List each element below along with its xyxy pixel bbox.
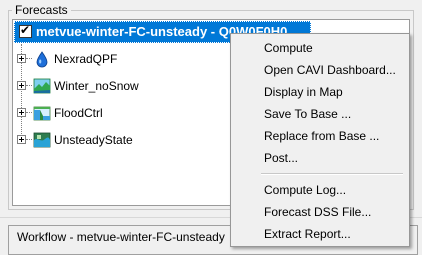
menu-item-display-in-map[interactable]: Display in Map xyxy=(233,81,407,103)
menu-item-replace-from-base[interactable]: Replace from Base ... xyxy=(233,125,407,147)
tree-node-label: FloodCtrl xyxy=(54,106,103,120)
reservoir-icon xyxy=(33,106,51,121)
expand-icon[interactable] xyxy=(17,54,26,63)
tree-connector xyxy=(26,85,32,86)
tree-connector xyxy=(26,58,32,59)
expand-icon[interactable] xyxy=(17,81,26,90)
hydraulic-model-icon xyxy=(33,132,51,148)
context-menu: Compute Open CAVI Dashboard... Display i… xyxy=(230,33,410,247)
checkmark-icon: ✔ xyxy=(20,23,31,37)
water-drop-icon xyxy=(36,51,48,68)
forecasts-group-title: Forecasts xyxy=(12,3,71,17)
tree-node-label: Winter_noSnow xyxy=(54,79,139,93)
expand-icon[interactable] xyxy=(17,108,26,117)
menu-separator xyxy=(261,173,403,175)
tree-node-label: UnsteadyState xyxy=(54,133,133,147)
landscape-icon xyxy=(33,78,51,94)
menu-item-open-cavi-dashboard[interactable]: Open CAVI Dashboard... xyxy=(233,59,407,81)
menu-item-extract-report[interactable]: Extract Report... xyxy=(233,223,407,245)
tree-node-label: NexradQPF xyxy=(54,52,118,66)
tree-connector xyxy=(26,139,32,140)
menu-item-compute-log[interactable]: Compute Log... xyxy=(233,179,407,201)
menu-item-forecast-dss-file[interactable]: Forecast DSS File... xyxy=(233,201,407,223)
menu-item-save-to-base[interactable]: Save To Base ... xyxy=(233,103,407,125)
expand-icon[interactable] xyxy=(17,135,26,144)
root-checkbox[interactable]: ✔ xyxy=(19,23,32,38)
menu-item-compute[interactable]: Compute xyxy=(233,37,407,59)
tree-connector xyxy=(26,112,32,113)
menu-item-post[interactable]: Post... xyxy=(233,147,407,169)
workflow-label: Workflow - metvue-winter-FC-unsteady xyxy=(17,230,225,244)
